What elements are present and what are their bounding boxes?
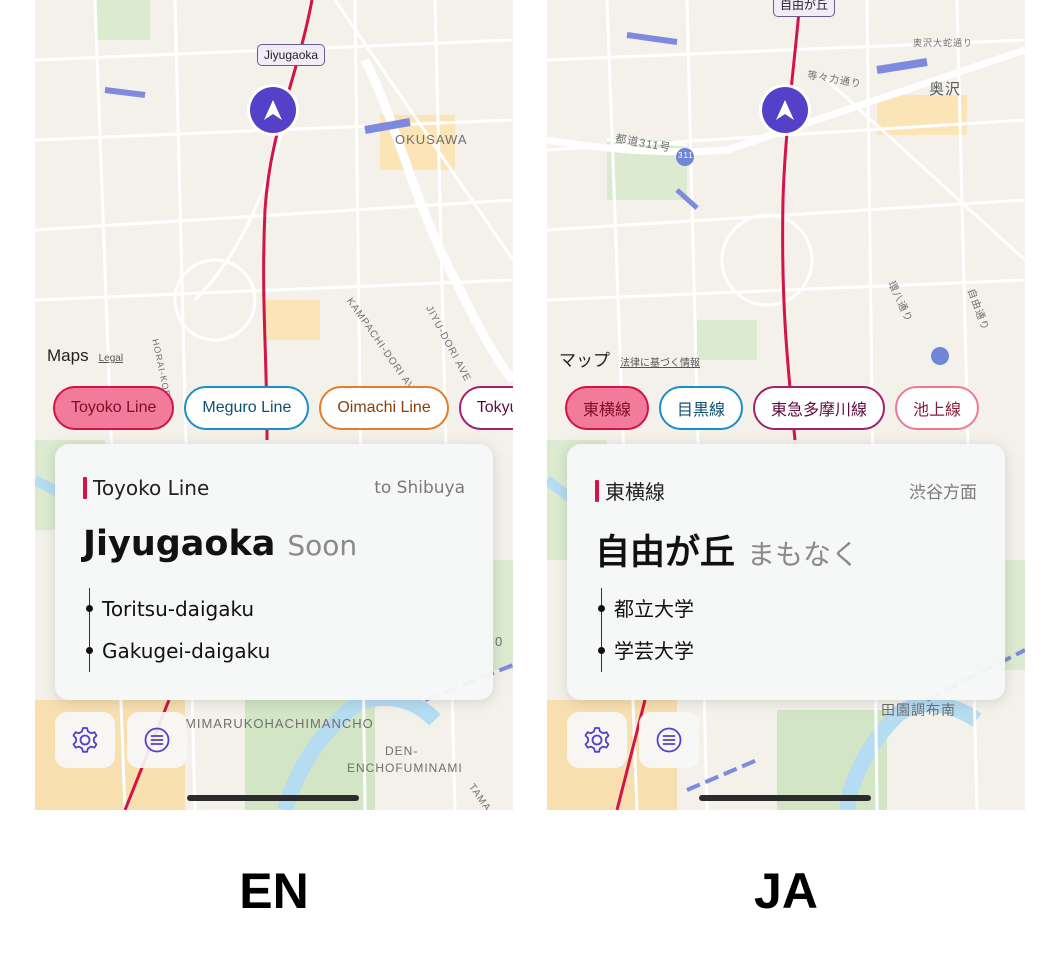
line-chip-tokyu-tamagawa[interactable]: 東急多摩川線	[753, 386, 886, 430]
list-item: 学芸大学	[598, 630, 694, 672]
caption-en: EN	[239, 863, 309, 919]
legal-link[interactable]: 法律に基づく情報	[620, 354, 700, 369]
station-callout[interactable]: Jiyugaoka	[257, 44, 326, 66]
line-chip-toyoko[interactable]: Toyoko Line	[53, 386, 175, 430]
card-line-name: Toyoko Line	[93, 476, 210, 500]
map-attribution: マップ 法律に基づく情報	[559, 346, 700, 371]
navigation-arrow-icon	[776, 100, 794, 120]
maps-brand: マップ	[559, 351, 610, 370]
current-location-marker	[762, 87, 808, 133]
line-selector: 東横線 目黒線 東急多摩川線 池上線	[565, 386, 980, 430]
line-chip-oimachi[interactable]: Oimachi Line	[319, 386, 449, 430]
card-station-row: Jiyugaoka Soon	[83, 524, 357, 564]
stop-dot-icon	[598, 647, 605, 654]
line-color-bar	[595, 479, 599, 502]
line-selector: Toyoko Line Meguro Line Oimachi Line Tok…	[53, 386, 513, 430]
current-location-marker	[250, 87, 296, 133]
gear-icon	[584, 727, 610, 753]
line-chip-meguro[interactable]: Meguro Line	[184, 386, 310, 430]
menu-button[interactable]	[639, 712, 699, 768]
map-label-enchofuminami: ENCHOFUMINAMI	[347, 761, 463, 775]
ja-screenshot: 奥沢大蛇通り 等々力通り 奥沢 都道311号 311 環八通り 自由通り 田園調…	[547, 0, 1025, 810]
card-direction: 渋谷方面	[909, 483, 977, 503]
train-info-card: 東横線 渋谷方面 自由が丘 まもなく 都立大学 学芸大学	[567, 444, 1005, 700]
gear-icon	[72, 727, 98, 753]
line-chip-toyoko[interactable]: 東横線	[565, 386, 650, 430]
caption-ja: JA	[754, 863, 818, 919]
menu-button[interactable]	[127, 712, 187, 768]
map-label-okusawa: OKUSAWA	[395, 132, 468, 147]
card-line: Toyoko Line	[83, 476, 209, 500]
map-label-mimaruko: MIMARUKOHACHIMANCHO	[185, 716, 374, 731]
home-indicator[interactable]	[699, 795, 871, 801]
arrival-status: まもなく	[747, 538, 860, 571]
en-screenshot: OKUSAWA HORAI-KOE KAMPACHI-DORI AVE JIYU…	[35, 0, 513, 810]
maps-brand: Maps	[47, 346, 89, 365]
list-icon	[656, 727, 682, 753]
current-station-name: Jiyugaoka	[83, 524, 276, 564]
map-attribution: Maps Legal	[47, 346, 123, 366]
settings-button[interactable]	[567, 712, 627, 768]
map-label-den: DEN-	[385, 744, 419, 758]
map-label-okusawa: 奥沢	[929, 81, 962, 98]
card-line-name: 東横線	[605, 480, 665, 504]
card-station-row: 自由が丘 まもなく	[595, 524, 859, 575]
arrival-status: Soon	[287, 529, 358, 562]
line-color-bar	[83, 477, 87, 499]
line-chip-tokyu-tamagawa[interactable]: Tokyu-Tama	[458, 386, 513, 430]
line-chip-ikegami[interactable]: 池上線	[895, 386, 980, 430]
card-direction: to Shibuya	[374, 478, 465, 498]
legal-link[interactable]: Legal	[99, 353, 123, 364]
card-line: 東横線	[595, 476, 665, 505]
station-callout[interactable]: 自由が丘	[773, 0, 836, 17]
settings-button[interactable]	[55, 712, 115, 768]
stop-dot-icon	[86, 647, 93, 654]
stop-dot-icon	[598, 605, 605, 612]
home-indicator[interactable]	[187, 795, 359, 801]
next-stops-list: Toritsu-daigaku Gakugei-daigaku	[86, 588, 270, 672]
next-stops-list: 都立大学 学芸大学	[598, 588, 694, 672]
map-label-okusawa-daija: 奥沢大蛇通り	[913, 38, 974, 48]
list-item: Toritsu-daigaku	[86, 588, 270, 630]
train-info-card: Toyoko Line to Shibuya Jiyugaoka Soon To…	[55, 444, 493, 700]
line-chip-meguro[interactable]: 目黒線	[659, 386, 744, 430]
navigation-arrow-icon	[264, 100, 282, 120]
list-item: 都立大学	[598, 588, 694, 630]
map-label-zero: 0	[495, 634, 504, 649]
current-station-name: 自由が丘	[595, 533, 736, 573]
map-label-denenchofu-minami: 田園調布南	[881, 702, 956, 718]
list-item: Gakugei-daigaku	[86, 630, 270, 672]
stop-dot-icon	[86, 605, 93, 612]
list-icon	[144, 727, 170, 753]
route-shield-311: 311	[678, 151, 694, 160]
